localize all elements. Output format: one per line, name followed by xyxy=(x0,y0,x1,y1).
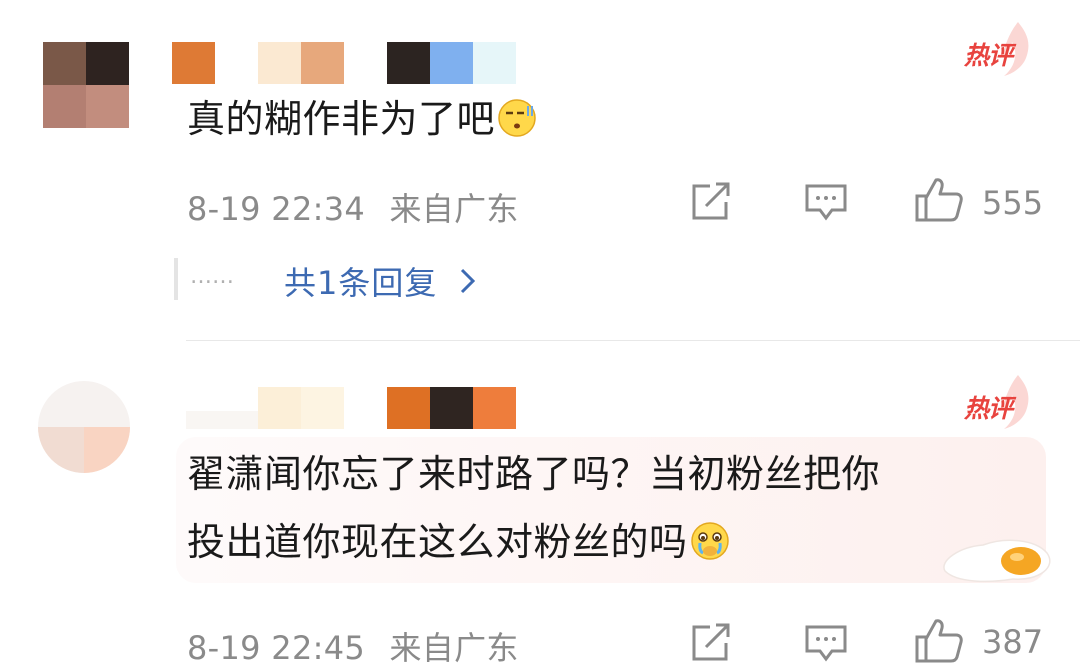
like-button[interactable] xyxy=(914,176,964,224)
like-icon xyxy=(915,178,963,222)
reply-dots: …… xyxy=(190,264,234,289)
username[interactable] xyxy=(172,42,522,84)
comment-date: 8-19 22:34 xyxy=(187,190,366,228)
comment-button[interactable] xyxy=(804,623,848,663)
comment-meta: 8-19 22:34 来自广东 xyxy=(187,184,519,230)
comment-icon xyxy=(805,184,847,221)
hot-comment-badge: 热评 xyxy=(960,18,1040,78)
comment-text: 真的糊作非为了吧 xyxy=(187,96,537,148)
comment-location: 来自广东 xyxy=(389,190,519,228)
username[interactable] xyxy=(186,387,526,429)
hot-comment-badge: 热评 xyxy=(960,371,1040,431)
fried-egg-decoration xyxy=(935,527,1055,583)
chevron-right-icon xyxy=(460,268,475,294)
comment-text: 翟潇闻你忘了来时路了吗？当初粉丝把你 投出道你现在这么对粉丝的吗 xyxy=(187,451,880,571)
grimace-emoji xyxy=(497,98,537,148)
comment-2: 热评 翟潇闻你忘了来时路了吗？当初粉丝把你 投出道你现在这么对粉丝的吗 8-19… xyxy=(0,341,1080,669)
avatar[interactable] xyxy=(38,381,130,473)
replies-label: 共1条回复 xyxy=(284,264,438,302)
like-count: 555 xyxy=(982,184,1044,222)
comment-date: 8-19 22:45 xyxy=(187,629,366,667)
comment-icon xyxy=(805,625,847,662)
reply-quote-bar xyxy=(174,258,178,300)
like-count: 387 xyxy=(982,623,1044,661)
view-replies-link[interactable]: 共1条回复 xyxy=(284,258,479,304)
like-button[interactable] xyxy=(914,617,964,665)
comment-meta: 8-19 22:45 来自广东 xyxy=(187,623,519,669)
share-icon xyxy=(692,623,730,661)
comment-button[interactable] xyxy=(804,182,848,222)
crying-emoji xyxy=(690,521,730,571)
comment-location: 来自广东 xyxy=(389,629,519,667)
share-button[interactable] xyxy=(690,623,732,663)
comment-1: 热评 真的糊作非为了吧 8-19 22:34 来自广东 555 …… 共1条回复 xyxy=(0,0,1080,340)
hot-label: 热评 xyxy=(964,394,1013,423)
share-icon xyxy=(692,182,730,220)
share-button[interactable] xyxy=(690,182,732,222)
like-icon xyxy=(915,619,963,663)
avatar[interactable] xyxy=(43,42,129,128)
hot-label: 热评 xyxy=(964,41,1013,70)
